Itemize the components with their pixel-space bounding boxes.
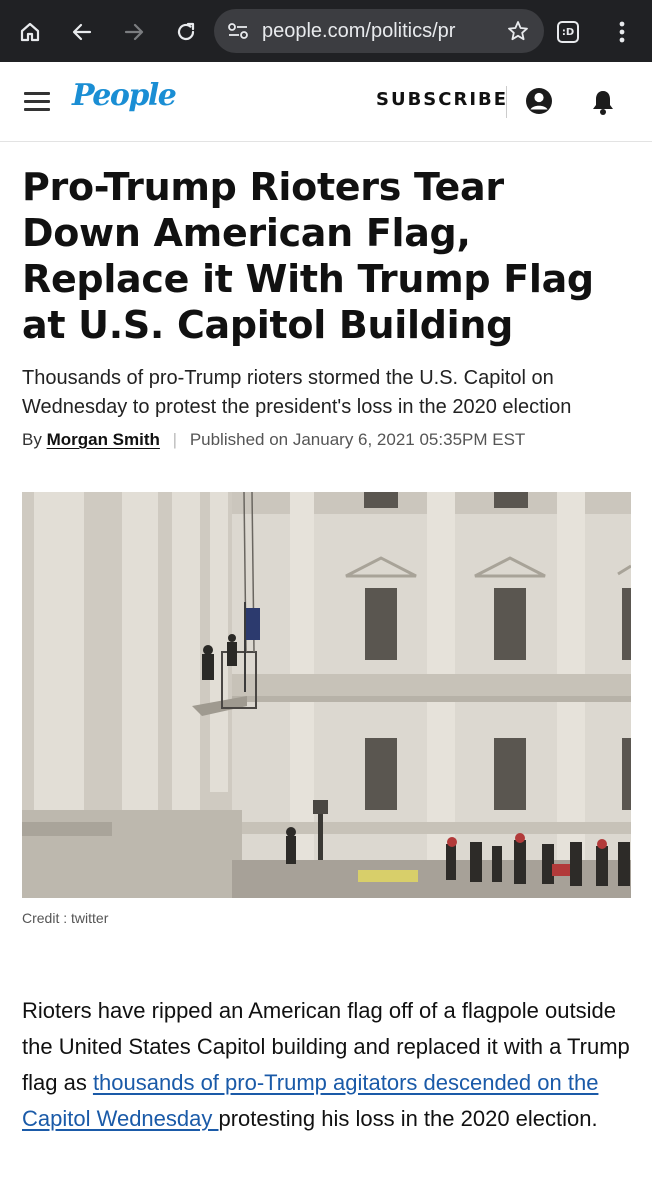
- browser-toolbar: people.com/politics/pr :D: [0, 0, 652, 62]
- back-arrow-icon[interactable]: [66, 16, 98, 48]
- address-bar[interactable]: people.com/politics/pr: [214, 9, 544, 53]
- site-settings-icon[interactable]: [226, 20, 250, 46]
- header-divider: [506, 86, 507, 118]
- tab-switcher-icon[interactable]: :D: [552, 16, 584, 48]
- author-link[interactable]: Morgan Smith: [47, 430, 160, 449]
- byline-prefix: By: [22, 430, 42, 449]
- byline: By Morgan Smith | Published on January 6…: [22, 430, 642, 450]
- reload-icon[interactable]: [170, 16, 202, 48]
- tab-count: :D: [561, 26, 575, 38]
- subscribe-button[interactable]: SUBSCRIBE: [376, 89, 508, 110]
- more-menu-icon[interactable]: [606, 16, 638, 48]
- url-text[interactable]: people.com/politics/pr: [262, 20, 494, 44]
- article-dek: Thousands of pro-Trump rioters stormed t…: [22, 367, 572, 418]
- notifications-bell-icon[interactable]: [590, 88, 616, 120]
- bookmark-star-icon[interactable]: [506, 19, 530, 47]
- capitol-photo-illustration: [22, 492, 631, 898]
- photo-credit: Credit : twitter: [22, 910, 109, 926]
- article-photo: [22, 492, 631, 898]
- menu-icon[interactable]: [24, 92, 50, 112]
- home-icon[interactable]: [14, 16, 46, 48]
- article-body-paragraph: Rioters have ripped an American flag off…: [22, 993, 634, 1137]
- article-headline: Pro-Trump Rioters Tear Down American Fla…: [22, 165, 594, 347]
- forward-arrow-icon[interactable]: [118, 16, 150, 48]
- account-icon[interactable]: [524, 86, 554, 120]
- body-text-after-link: protesting his loss in the 2020 election…: [218, 1106, 598, 1131]
- publish-date: Published on January 6, 2021 05:35PM EST: [189, 430, 526, 449]
- site-header: People SUBSCRIBE: [0, 62, 652, 142]
- people-logo[interactable]: People: [72, 78, 177, 113]
- byline-separator: |: [172, 430, 178, 449]
